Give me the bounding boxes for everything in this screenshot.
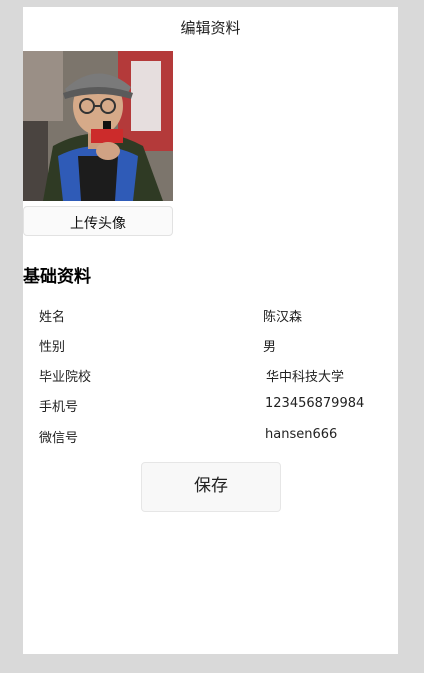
field-row-school: 毕业院校 华中科技大学 xyxy=(23,366,398,388)
avatar-photo xyxy=(23,51,173,201)
field-label: 手机号 xyxy=(39,400,79,415)
field-row-phone: 手机号 123456879984 xyxy=(23,396,398,418)
wechat-value[interactable]: hansen666 xyxy=(265,427,337,442)
field-label: 微信号 xyxy=(39,431,79,446)
page-title: 编辑资料 xyxy=(180,19,241,37)
profile-edit-screen: 编辑资料 上传头像 基础资料 姓名 陈汉森 性别 男 毕业院校 华中科技大学 手… xyxy=(23,7,398,654)
phone-value[interactable]: 123456879984 xyxy=(265,396,364,411)
basic-info-heading: 基础资料 xyxy=(23,267,91,287)
avatar-image[interactable] xyxy=(23,51,173,201)
field-row-wechat: 微信号 hansen666 xyxy=(23,427,398,449)
school-value[interactable]: 华中科技大学 xyxy=(266,366,344,385)
field-row-name: 姓名 陈汉森 xyxy=(23,306,398,328)
gender-value[interactable]: 男 xyxy=(263,336,276,355)
upload-avatar-button[interactable]: 上传头像 xyxy=(23,206,173,236)
field-label: 毕业院校 xyxy=(39,370,92,385)
field-label: 性别 xyxy=(39,340,66,355)
save-button[interactable]: 保存 xyxy=(141,462,281,512)
field-row-gender: 性别 男 xyxy=(23,336,398,358)
field-label: 姓名 xyxy=(39,310,66,325)
name-value[interactable]: 陈汉森 xyxy=(263,306,302,325)
